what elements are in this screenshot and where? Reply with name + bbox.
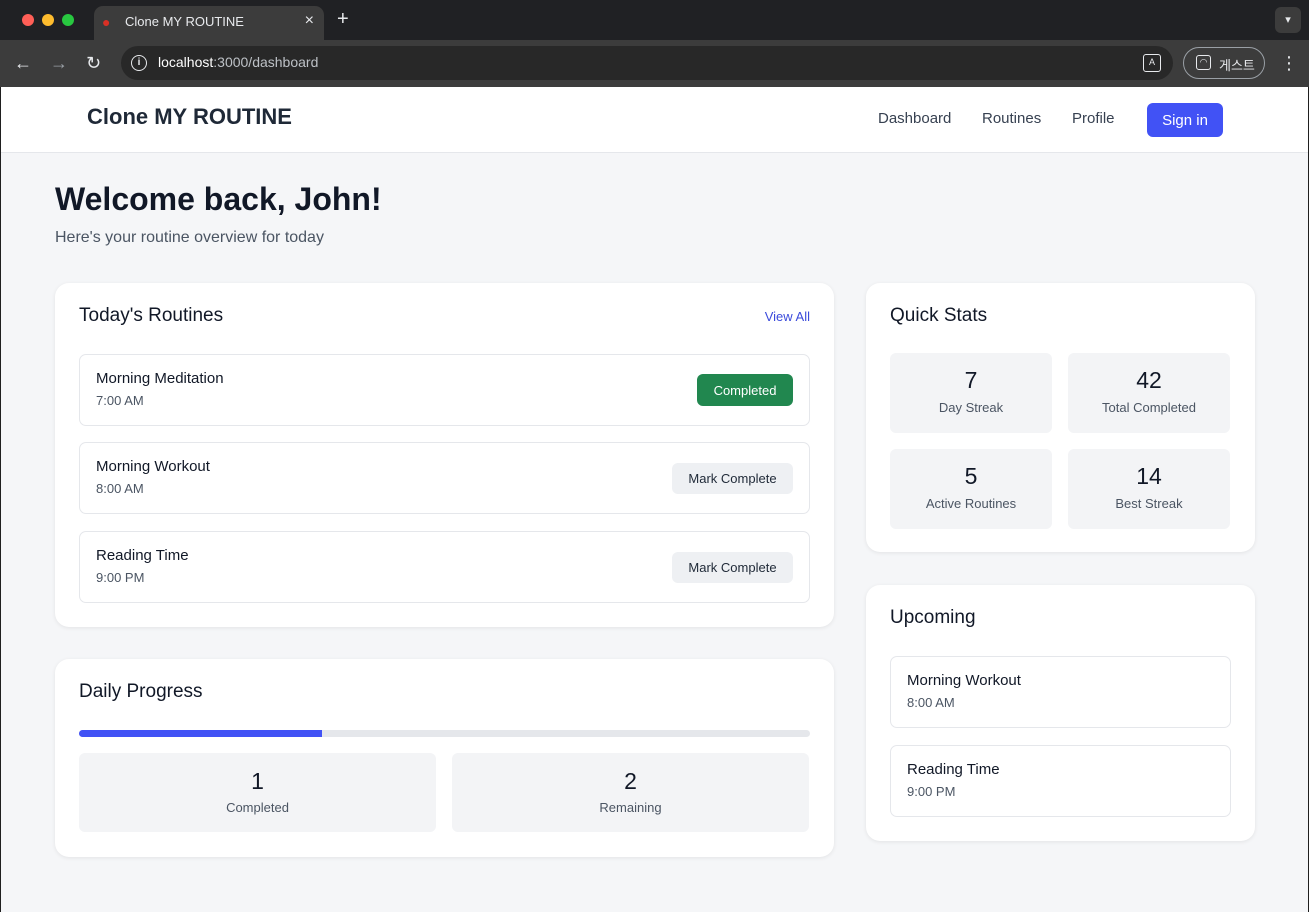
routine-time: 9:00 PM <box>96 570 145 585</box>
completed-stat: 1 Completed <box>79 753 436 832</box>
routine-item: Morning Meditation 7:00 AM Completed <box>79 354 810 426</box>
stat-value: 7 <box>964 367 978 393</box>
view-all-link[interactable]: View All <box>765 309 810 324</box>
translate-icon[interactable]: A <box>1143 54 1161 72</box>
stat-day-streak: 7 Day Streak <box>890 353 1052 433</box>
browser-tab-strip: ● Clone MY ROUTINE × + ▾ <box>0 0 1309 40</box>
routine-name: Reading Time <box>96 547 189 564</box>
brand-logo[interactable]: Clone MY ROUTINE <box>87 104 292 130</box>
stat-active-routines: 5 Active Routines <box>890 449 1052 529</box>
stat-best-streak: 14 Best Streak <box>1068 449 1230 529</box>
profile-label: 게스트 <box>1219 58 1255 73</box>
welcome-title: Welcome back, John! <box>55 181 382 217</box>
card-title: Upcoming <box>890 607 976 628</box>
routine-item: Reading Time 9:00 PM Mark Complete <box>79 531 810 603</box>
progress-bar <box>79 730 810 737</box>
nav-routines[interactable]: Routines <box>982 110 1041 127</box>
stat-total-completed: 42 Total Completed <box>1068 353 1230 433</box>
profile-button[interactable]: ◠ 게스트 <box>1183 47 1265 79</box>
stat-label: Completed <box>226 800 289 815</box>
forward-icon[interactable]: → <box>50 51 68 75</box>
stat-value: 42 <box>1136 367 1162 393</box>
cherry-icon: ● <box>102 14 111 30</box>
upcoming-item[interactable]: Morning Workout 8:00 AM <box>890 656 1231 728</box>
upcoming-time: 8:00 AM <box>907 695 955 710</box>
card-title: Daily Progress <box>79 681 203 702</box>
routine-name: Morning Meditation <box>96 370 224 387</box>
routine-name: Morning Workout <box>96 458 210 475</box>
tab-title: Clone MY ROUTINE <box>125 14 244 29</box>
remaining-stat: 2 Remaining <box>452 753 809 832</box>
upcoming-card: Upcoming Morning Workout 8:00 AM Reading… <box>866 585 1255 841</box>
card-title: Quick Stats <box>890 305 988 326</box>
site-info-icon[interactable]: i <box>131 55 147 71</box>
card-title: Today's Routines <box>79 305 224 326</box>
app-header: Clone MY ROUTINE Dashboard Routines Prof… <box>1 87 1308 153</box>
stat-value: 2 <box>624 768 637 794</box>
url-text: localhost:3000/dashboard <box>158 54 319 70</box>
close-window-button[interactable] <box>22 14 34 26</box>
upcoming-time: 9:00 PM <box>907 784 956 799</box>
minimize-window-button[interactable] <box>42 14 54 26</box>
stat-value: 5 <box>964 463 978 489</box>
mark-complete-button[interactable]: Mark Complete <box>672 552 793 583</box>
upcoming-item[interactable]: Reading Time 9:00 PM <box>890 745 1231 817</box>
stat-label: Best Streak <box>1115 496 1183 511</box>
new-tab-icon[interactable]: + <box>337 8 349 30</box>
close-tab-icon[interactable]: × <box>305 12 314 30</box>
reload-icon[interactable]: ↻ <box>86 51 101 75</box>
routine-time: 7:00 AM <box>96 393 144 408</box>
routine-item: Morning Workout 8:00 AM Mark Complete <box>79 442 810 514</box>
stat-label: Remaining <box>599 800 662 815</box>
upcoming-name: Morning Workout <box>907 672 1021 689</box>
maximize-window-button[interactable] <box>62 14 74 26</box>
stat-label: Total Completed <box>1102 400 1196 415</box>
nav-dashboard[interactable]: Dashboard <box>878 110 951 127</box>
daily-progress-card: Daily Progress 1 Completed 2 Remaining <box>55 659 834 857</box>
progress-bar-fill <box>79 730 323 737</box>
todays-routines-card: Today's Routines View All Morning Medita… <box>55 283 834 627</box>
stat-label: Day Streak <box>938 400 1004 415</box>
upcoming-name: Reading Time <box>907 761 1000 778</box>
browser-toolbar: ← → ↻ i localhost:3000/dashboard A ◠ 게스트… <box>0 40 1309 87</box>
address-bar[interactable]: i localhost:3000/dashboard A <box>121 46 1173 80</box>
nav-profile[interactable]: Profile <box>1072 110 1115 127</box>
page-content: Clone MY ROUTINE Dashboard Routines Prof… <box>1 87 1308 912</box>
stat-value: 14 <box>1136 463 1162 489</box>
mark-complete-button[interactable]: Mark Complete <box>672 463 793 494</box>
stat-value: 1 <box>251 768 264 794</box>
completed-button[interactable]: Completed <box>697 374 793 406</box>
browser-tab[interactable]: ● Clone MY ROUTINE × <box>94 6 324 40</box>
tab-search-icon[interactable]: ▾ <box>1275 7 1301 33</box>
back-icon[interactable]: ← <box>14 51 32 75</box>
person-icon: ◠ <box>1196 55 1211 70</box>
routine-time: 8:00 AM <box>96 481 144 496</box>
welcome-subtitle: Here's your routine overview for today <box>55 229 324 246</box>
stat-label: Active Routines <box>925 496 1017 511</box>
more-menu-icon[interactable]: ⋮ <box>1280 51 1298 75</box>
quick-stats-card: Quick Stats 7 Day Streak 42 Total Comple… <box>866 283 1255 552</box>
sign-in-button[interactable]: Sign in <box>1147 103 1223 137</box>
